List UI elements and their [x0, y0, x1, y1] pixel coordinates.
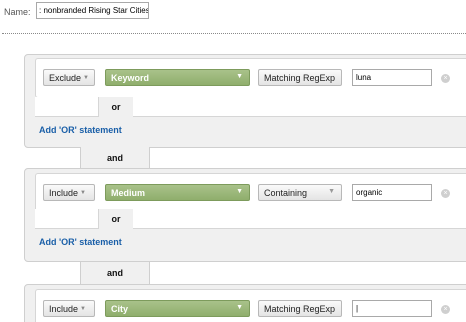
match-type-dropdown[interactable]: Matching RegExp	[258, 300, 342, 317]
caret-down-icon: ▼	[236, 73, 243, 80]
caret-down-icon: ▼	[83, 74, 89, 81]
match-type-label: Matching RegExp	[264, 72, 336, 83]
condition-value-input[interactable]: luna	[352, 69, 432, 86]
condition-value-input[interactable]: organic	[352, 184, 432, 201]
close-circle-icon[interactable]: ×	[441, 305, 450, 314]
condition-row: Include ▼ Medium ▼ Containing ▼ organic ×	[35, 173, 466, 213]
or-label: or	[98, 209, 134, 229]
caret-down-icon: ▼	[236, 304, 243, 311]
and-label: and	[80, 147, 150, 169]
condition-row: Exclude ▼ Keyword ▼ Matching RegExp luna ×	[35, 58, 466, 98]
or-strip-right	[133, 97, 466, 117]
and-label: and	[80, 262, 150, 284]
or-strip-left	[35, 209, 99, 229]
or-label: or	[98, 97, 134, 117]
dimension-label: Medium	[111, 187, 146, 198]
condition-group-3: Include ▼ City ▼ Matching RegExp | ×	[24, 284, 466, 322]
mode-label: Include	[49, 303, 79, 314]
match-type-label: Matching RegExp	[264, 303, 336, 314]
mode-label: Include	[49, 187, 79, 198]
dimension-label: Keyword	[111, 72, 150, 83]
or-strip-right	[133, 209, 466, 229]
dimension-dropdown[interactable]: City ▼	[105, 300, 250, 317]
close-circle-icon[interactable]: ×	[441, 189, 450, 198]
match-type-dropdown[interactable]: Containing ▼	[258, 184, 342, 201]
condition-group-1: Exclude ▼ Keyword ▼ Matching RegExp luna ×…	[24, 54, 466, 148]
add-or-statement-link[interactable]: Add 'OR' statement	[39, 237, 122, 247]
or-strip-left	[35, 97, 99, 117]
dimension-label: City	[111, 303, 129, 314]
match-type-label: Containing	[264, 187, 308, 198]
caret-down-icon: ▼	[328, 188, 335, 195]
condition-value-input[interactable]: |	[352, 300, 432, 317]
close-circle-icon[interactable]: ×	[441, 74, 450, 83]
caret-down-icon: ▼	[80, 305, 86, 312]
add-or-statement-link[interactable]: Add 'OR' statement	[39, 125, 122, 135]
include-exclude-dropdown[interactable]: Include ▼	[43, 184, 95, 201]
include-exclude-dropdown[interactable]: Include ▼	[43, 300, 95, 317]
dimension-dropdown[interactable]: Medium ▼	[105, 184, 250, 201]
include-exclude-dropdown[interactable]: Exclude ▼	[43, 69, 95, 86]
caret-down-icon: ▼	[80, 189, 86, 196]
divider	[2, 33, 466, 34]
name-input[interactable]: : nonbranded Rising Star Cities	[36, 2, 149, 19]
name-label: Name:	[4, 7, 31, 17]
advanced-segment-editor: Name: : nonbranded Rising Star Cities Ex…	[0, 0, 466, 322]
mode-label: Exclude	[49, 72, 82, 83]
dimension-dropdown[interactable]: Keyword ▼	[105, 69, 250, 86]
caret-down-icon: ▼	[236, 188, 243, 195]
condition-group-2: Include ▼ Medium ▼ Containing ▼ organic × o…	[24, 168, 466, 262]
name-row: Name: : nonbranded Rising Star Cities	[0, 0, 466, 34]
match-type-dropdown[interactable]: Matching RegExp	[258, 69, 342, 86]
condition-row: Include ▼ City ▼ Matching RegExp | ×	[35, 289, 466, 322]
